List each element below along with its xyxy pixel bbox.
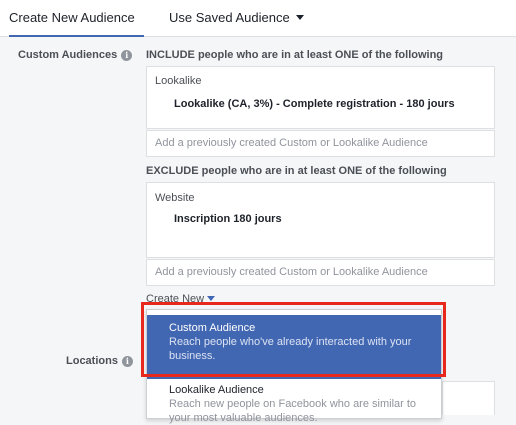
custom-audiences-label: Custom Audiences i: [18, 49, 133, 61]
include-audience-item[interactable]: Lookalike (CA, 3%) - Complete registrati…: [174, 97, 484, 111]
highlight-box: [141, 302, 446, 377]
exclude-audience-item[interactable]: Inscription 180 jours: [174, 212, 484, 226]
locations-label: Locations i: [66, 355, 133, 367]
info-icon[interactable]: i: [121, 356, 133, 367]
include-title: INCLUDE people who are in at least ONE o…: [146, 49, 444, 61]
dropdown-item-lookalike-audience[interactable]: Lookalike Audience Reach new people on F…: [147, 379, 441, 424]
dropdown-item-description: Reach new people on Facebook who are sim…: [169, 398, 417, 424]
tab-use-saved-audience[interactable]: Use Saved Audience: [169, 0, 304, 37]
exclude-title: EXCLUDE people who are in at least ONE o…: [146, 165, 447, 177]
dropdown-item-title: Lookalike Audience: [169, 384, 264, 396]
include-audience-box[interactable]: Lookalike Lookalike (CA, 3%) - Complete …: [146, 66, 495, 129]
tab-label: Create New Audience: [9, 10, 135, 25]
chevron-down-icon: [295, 15, 304, 20]
chevron-down-icon: [207, 296, 216, 301]
audience-tabs: Create New Audience Use Saved Audience: [0, 0, 516, 37]
tab-create-new-audience[interactable]: Create New Audience: [9, 0, 144, 37]
include-category: Lookalike: [155, 75, 202, 87]
locations-label-text: Locations: [66, 355, 118, 367]
exclude-category: Website: [155, 192, 195, 204]
exclude-audience-box[interactable]: Website Inscription 180 jours: [146, 182, 495, 258]
locations-box[interactable]: [442, 381, 495, 415]
custom-audiences-label-text: Custom Audiences: [18, 49, 118, 61]
include-audience-input[interactable]: Add a previously created Custom or Looka…: [146, 130, 495, 157]
tab-label: Use Saved Audience: [169, 10, 290, 25]
info-icon[interactable]: i: [121, 50, 133, 61]
exclude-audience-input[interactable]: Add a previously created Custom or Looka…: [146, 259, 495, 286]
